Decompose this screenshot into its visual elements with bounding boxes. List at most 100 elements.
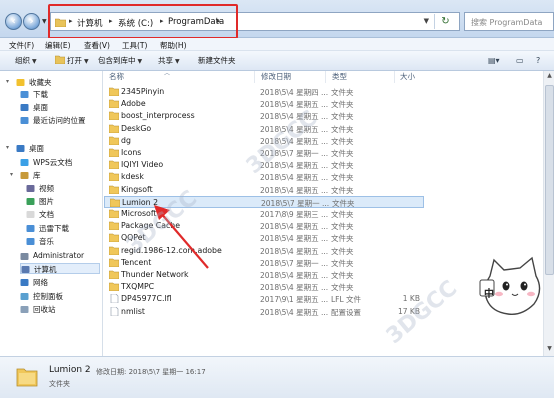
organize-button[interactable]: 组织 ▼ [15,55,37,66]
folder-icon [109,282,119,292]
column-divider[interactable] [394,71,395,83]
file-date: 2018\5\4 星期五 ... [260,283,329,293]
file-row[interactable]: kdesk 2018\5\4 星期五 ... 文件夹 [104,171,424,183]
sidebar-item-label: 桌面 [29,144,44,153]
share-button[interactable]: 共享 ▼ [158,55,180,66]
file-type: 文件夹 [331,124,354,134]
network-icon [20,279,29,286]
details-file-name: Lumion 2 [49,365,91,375]
file-date: 2018\5\4 星期五 ... [260,124,329,134]
share-label: 共享 [158,56,173,65]
file-date: 2018\5\4 星期五 ... [260,271,329,280]
file-row[interactable]: Adobe 2018\5\4 星期五 ... 文件夹 [104,98,424,110]
file-date: 2018\5\4 星期五 ... [260,307,329,317]
back-button[interactable]: ‹ [5,13,22,30]
file-row[interactable]: Thunder Network 2018\5\4 星期五 ... 文件夹 [104,269,424,281]
sidebar-item-7[interactable]: 视频 [26,183,100,194]
menu-edit[interactable]: 编辑(E) [45,40,71,51]
user-icon [20,253,29,260]
file-row[interactable]: IQIYI Video 2018\5\4 星期五 ... 文件夹 [104,159,424,171]
file-name: 2345Pinyin [121,87,165,96]
file-row[interactable]: Icons 2018\5\7 星期一 ... 文件夹 [104,147,424,159]
sidebar-item-4[interactable]: 桌面 [16,143,100,154]
file-name: DP45977C.lfl [121,294,172,304]
sidebar-item-9[interactable]: 文档 [26,209,100,220]
file-size: 17 KB [398,306,420,316]
file-type: LFL 文件 [331,295,362,305]
sort-ascending-icon: ︿ [164,71,171,77]
folder-icon [109,136,119,145]
command-bar: 组织 ▼ 打开 ▼ 包含到库中 ▼ 共享 ▼ 新建文件夹 ▤▾ ▭ ? [0,51,554,71]
sidebar-item-8[interactable]: 图片 [26,196,100,207]
column-header-size[interactable]: 大小 [400,71,415,83]
menu-file[interactable]: 文件(F) [9,40,34,51]
file-row[interactable]: TXQMPC 2018\5\4 星期五 ... 文件夹 [104,281,424,293]
menu-help[interactable]: 帮助(H) [160,40,187,51]
details-pane: Lumion 2 修改日期: 2018\5\7 星期一 16:17 文件夹 [0,356,554,398]
folder-icon [110,198,120,207]
control-panel-icon [20,293,29,300]
column-header-type[interactable]: 类型 [332,71,347,83]
details-modified-date: 修改日期: 2018\5\7 星期一 16:17 [96,368,206,376]
scroll-up-icon[interactable]: ▲ [545,72,554,82]
search-input[interactable]: 搜索 ProgramData [464,12,554,31]
sidebar-item-label: 桌面 [33,103,48,112]
folder-icon [109,209,119,218]
sidebar-item-12[interactable]: Administrator [20,251,100,262]
help-icon[interactable]: ? [536,56,540,65]
scroll-down-icon[interactable]: ▼ [545,345,554,355]
sidebar-item-3[interactable]: 最近访问的位置 [20,115,100,126]
open-button[interactable]: 打开 ▼ [55,55,89,66]
file-type: 文件夹 [331,185,354,195]
sidebar-item-1[interactable]: 下载 [20,89,100,100]
file-type: 文件夹 [331,112,354,122]
file-row[interactable]: DeskGo 2018\5\4 星期五 ... 文件夹 [104,123,424,135]
include-in-library-button[interactable]: 包含到库中 ▼ [98,55,142,66]
file-date: 2018\5\4 星期五 ... [260,100,329,110]
sidebar-item-11[interactable]: 音乐 [26,236,100,247]
file-date: 2018\5\4 星期五 ... [260,112,329,122]
file-row[interactable]: boost_interprocess 2018\5\4 星期五 ... 文件夹 [104,110,424,122]
file-type: 文件夹 [331,161,354,171]
column-header-name[interactable]: 名称 [109,71,124,83]
sidebar-item-15[interactable]: 控制面板 [20,291,100,302]
sidebar-item-14[interactable]: 网络 [20,277,100,288]
recent-pages-dropdown[interactable]: ▼ [42,18,47,25]
view-options-icon[interactable]: ▤▾ [488,56,500,65]
preview-pane-icon[interactable]: ▭ [516,56,524,65]
menu-tools[interactable]: 工具(T) [122,40,147,51]
file-row[interactable]: DP45977C.lfl 2017\9\1 星期五 ... LFL 文件 1 KB [104,293,424,305]
scroll-thumb[interactable] [545,85,554,275]
file-row[interactable]: 2345Pinyin 2018\5\4 星期四 ... 文件夹 [104,86,424,98]
new-folder-button[interactable]: 新建文件夹 [198,55,236,66]
expand-arrow-icon[interactable]: ▾ [10,171,13,178]
refresh-icon[interactable]: ↻ [434,14,456,29]
file-name: kdesk [121,172,144,182]
menu-view[interactable]: 查看(V) [84,40,110,51]
file-date: 2018\5\7 星期一 ... [260,258,329,268]
column-header-date[interactable]: 修改日期 [261,71,291,83]
column-divider[interactable] [325,71,326,83]
file-row[interactable]: dg 2018\5\4 星期五 ... 文件夹 [104,135,424,147]
file-name: Icons [121,148,142,157]
sidebar-item-13[interactable]: 计算机 [20,263,100,274]
sidebar-item-16[interactable]: 回收站 [20,304,100,315]
file-type: 文件夹 [331,173,354,183]
file-name: TXQMPC [121,282,155,292]
file-row[interactable]: Kingsoft 2018\5\4 星期五 ... 文件夹 [104,184,424,196]
sidebar-item-10[interactable]: 迅雷下载 [26,223,100,234]
expand-arrow-icon[interactable]: ▾ [6,78,9,85]
expand-arrow-icon[interactable]: ▾ [6,144,9,151]
sidebar-item-0[interactable]: 收藏夹 [16,77,100,88]
sidebar-item-6[interactable]: 库 [20,170,100,181]
sidebar-item-2[interactable]: 桌面 [20,102,100,113]
folder-icon [109,99,119,109]
column-divider[interactable] [254,71,255,83]
file-row[interactable]: nmlist 2018\5\4 星期五 ... 配置设置 17 KB [104,306,424,318]
sidebar-item-5[interactable]: WPS云文档 [20,157,100,168]
folder-icon [109,87,119,96]
sidebar-item-label: 计算机 [34,265,57,274]
desktop-icon [20,104,29,111]
forward-button[interactable]: › [23,13,40,30]
address-dropdown-icon[interactable]: ▼ [424,17,429,25]
